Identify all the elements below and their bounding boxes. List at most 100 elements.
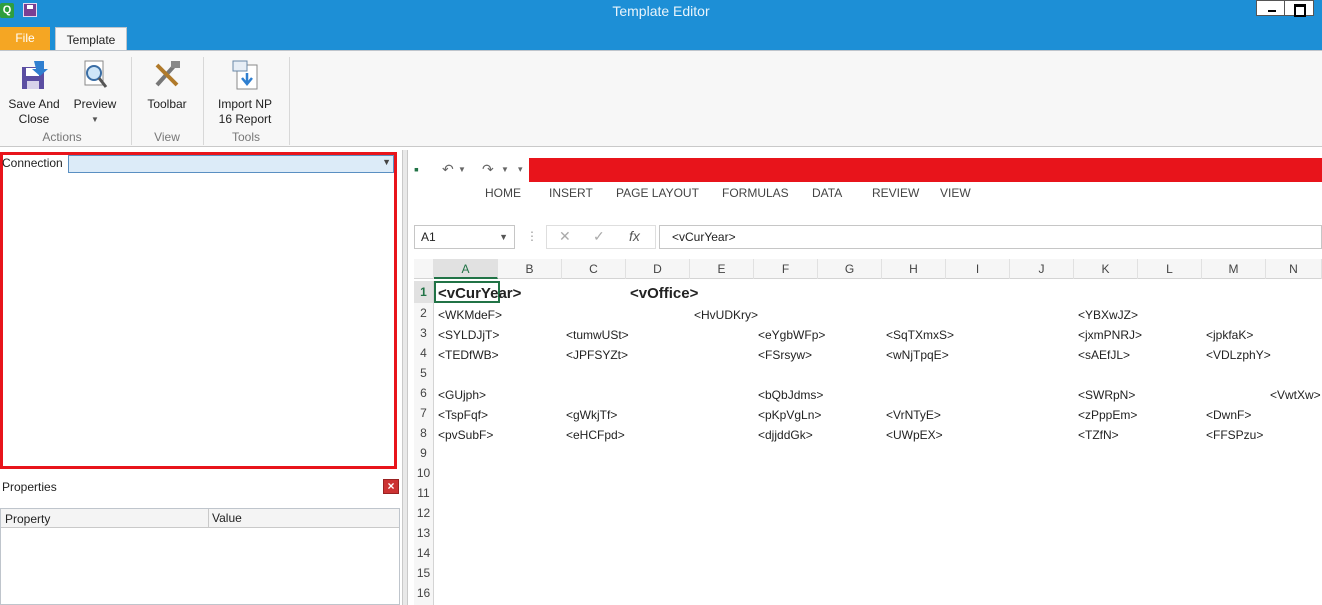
enter-check-icon[interactable]: ✓	[593, 228, 605, 245]
restore-button[interactable]	[1284, 0, 1314, 17]
row-header[interactable]: 4	[414, 343, 434, 363]
menu-insert[interactable]: INSERT	[549, 186, 593, 200]
column-header[interactable]: D	[626, 259, 690, 279]
cell-f7[interactable]: <pKpVgLn>	[758, 408, 821, 422]
cell-h7[interactable]: <VrNTyE>	[886, 408, 941, 422]
redo-icon[interactable]: ↷	[482, 161, 494, 178]
column-header[interactable]: L	[1138, 259, 1202, 279]
row-header[interactable]: 11	[414, 483, 434, 503]
column-header[interactable]: C	[562, 259, 626, 279]
row-header[interactable]: 14	[414, 543, 434, 563]
cell-a1[interactable]: <vCurYear>	[438, 285, 521, 302]
cell-k7[interactable]: <zPppEm>	[1078, 408, 1137, 422]
row-header[interactable]: 12	[414, 503, 434, 523]
row-header[interactable]: 13	[414, 523, 434, 543]
import-np16-label: Import NP 16 Report	[217, 97, 272, 126]
minimize-button[interactable]	[1256, 0, 1286, 16]
cell-a3[interactable]: <SYLDJjT>	[438, 328, 499, 342]
chevron-down-icon[interactable]: ▼	[501, 165, 509, 174]
menu-home[interactable]: HOME	[485, 186, 521, 200]
close-icon[interactable]: ×	[383, 479, 399, 494]
column-header[interactable]: E	[690, 259, 754, 279]
cell-c8[interactable]: <eHCFpd>	[566, 428, 625, 442]
formula-bar-grip-icon: ⋮	[526, 229, 538, 243]
row-header[interactable]: 1	[414, 281, 434, 303]
cell-k6[interactable]: <SWRpN>	[1078, 388, 1135, 402]
row-header[interactable]: 15	[414, 563, 434, 583]
row-header[interactable]: 6	[414, 383, 434, 403]
row-header[interactable]: 8	[414, 423, 434, 443]
column-header[interactable]: I	[946, 259, 1010, 279]
cell-f8[interactable]: <djjddGk>	[758, 428, 813, 442]
row-header[interactable]: 10	[414, 463, 434, 483]
connection-dropdown[interactable]: ▼	[68, 155, 394, 173]
column-header[interactable]: M	[1202, 259, 1266, 279]
column-header[interactable]: K	[1074, 259, 1138, 279]
row-header[interactable]: 3	[414, 323, 434, 343]
import-np16-button[interactable]: Import NP 16 Report	[214, 59, 276, 127]
cell-k3[interactable]: <jxmPNRJ>	[1078, 328, 1142, 342]
select-all-corner[interactable]	[414, 259, 434, 279]
cell-k2[interactable]: <YBXwJZ>	[1078, 308, 1138, 322]
row-header[interactable]: 7	[414, 403, 434, 423]
customize-qat-icon[interactable]: ▾	[518, 164, 523, 175]
cell-k4[interactable]: <sAEfJL>	[1078, 348, 1130, 362]
row-header[interactable]: 16	[414, 583, 434, 605]
sheet-grid[interactable]: A B C D E F G H I J K L M N 1 2 3 4 5 6 …	[414, 259, 1322, 605]
cancel-icon[interactable]: ✕	[559, 228, 571, 245]
excel-quick-access-toolbar: ▪ ↶ ▼ ↷ ▼ ▾	[408, 158, 1322, 182]
cell-h8[interactable]: <UWpEX>	[886, 428, 943, 442]
cell-f6[interactable]: <bQbJdms>	[758, 388, 823, 402]
cell-n6[interactable]: <VwtXw>	[1270, 388, 1321, 402]
cell-a2[interactable]: <WKMdeF>	[438, 308, 502, 322]
column-header[interactable]: N	[1266, 259, 1322, 279]
properties-grid: Property Value	[0, 508, 400, 605]
column-header[interactable]: J	[1010, 259, 1074, 279]
cell-m8[interactable]: <FFSPzu>	[1206, 428, 1263, 442]
name-box[interactable]: A1 ▼	[414, 225, 515, 249]
row-header[interactable]: 2	[414, 303, 434, 323]
save-disk-icon	[18, 59, 50, 91]
menu-page-layout[interactable]: PAGE LAYOUT	[616, 186, 699, 200]
row-header[interactable]: 5	[414, 363, 434, 383]
cell-a7[interactable]: <TspFqf>	[438, 408, 488, 422]
cell-c4[interactable]: <JPFSYZt>	[566, 348, 628, 362]
formula-input[interactable]: <vCurYear>	[659, 225, 1322, 249]
column-headers: A B C D E F G H I J K L M N	[414, 259, 1322, 279]
toolbar-button[interactable]: Toolbar	[142, 59, 192, 112]
cell-m4[interactable]: <VDLzphY>	[1206, 348, 1271, 362]
save-and-close-button[interactable]: Save And Close	[6, 59, 62, 127]
menu-review[interactable]: REVIEW	[872, 186, 919, 200]
cell-e2[interactable]: <HvUDKry>	[694, 308, 758, 322]
save-icon[interactable]: ▪	[414, 161, 419, 177]
cell-d1[interactable]: <vOffice>	[630, 285, 698, 302]
column-header[interactable]: F	[754, 259, 818, 279]
cell-m7[interactable]: <DwnF>	[1206, 408, 1251, 422]
cell-m3[interactable]: <jpkfaK>	[1206, 328, 1253, 342]
insert-function-icon[interactable]: fx	[629, 228, 640, 244]
preview-button[interactable]: Preview ▼	[70, 59, 120, 127]
column-header[interactable]: B	[498, 259, 562, 279]
cell-c7[interactable]: <gWkjTf>	[566, 408, 617, 422]
cell-c3[interactable]: <tumwUSt>	[566, 328, 629, 342]
column-header[interactable]: G	[818, 259, 882, 279]
cell-h3[interactable]: <SqTXmxS>	[886, 328, 954, 342]
column-header[interactable]: A	[434, 259, 498, 279]
cell-a8[interactable]: <pvSubF>	[438, 428, 493, 442]
menu-data[interactable]: DATA	[812, 186, 842, 200]
cell-k8[interactable]: <TZfN>	[1078, 428, 1119, 442]
chevron-down-icon[interactable]: ▼	[458, 165, 466, 174]
menu-formulas[interactable]: FORMULAS	[722, 186, 789, 200]
cell-a4[interactable]: <TEDfWB>	[438, 348, 499, 362]
cell-a6[interactable]: <GUjph>	[438, 388, 486, 402]
tab-file[interactable]: File	[0, 27, 50, 50]
toolbar-label: Toolbar	[147, 97, 187, 111]
cell-f4[interactable]: <FSrsyw>	[758, 348, 812, 362]
undo-icon[interactable]: ↶	[442, 161, 454, 178]
tab-template[interactable]: Template	[55, 27, 127, 51]
row-header[interactable]: 9	[414, 443, 434, 463]
cell-f3[interactable]: <eYgbWFp>	[758, 328, 825, 342]
cell-h4[interactable]: <wNjTpqE>	[886, 348, 949, 362]
column-header[interactable]: H	[882, 259, 946, 279]
menu-view[interactable]: VIEW	[940, 186, 971, 200]
